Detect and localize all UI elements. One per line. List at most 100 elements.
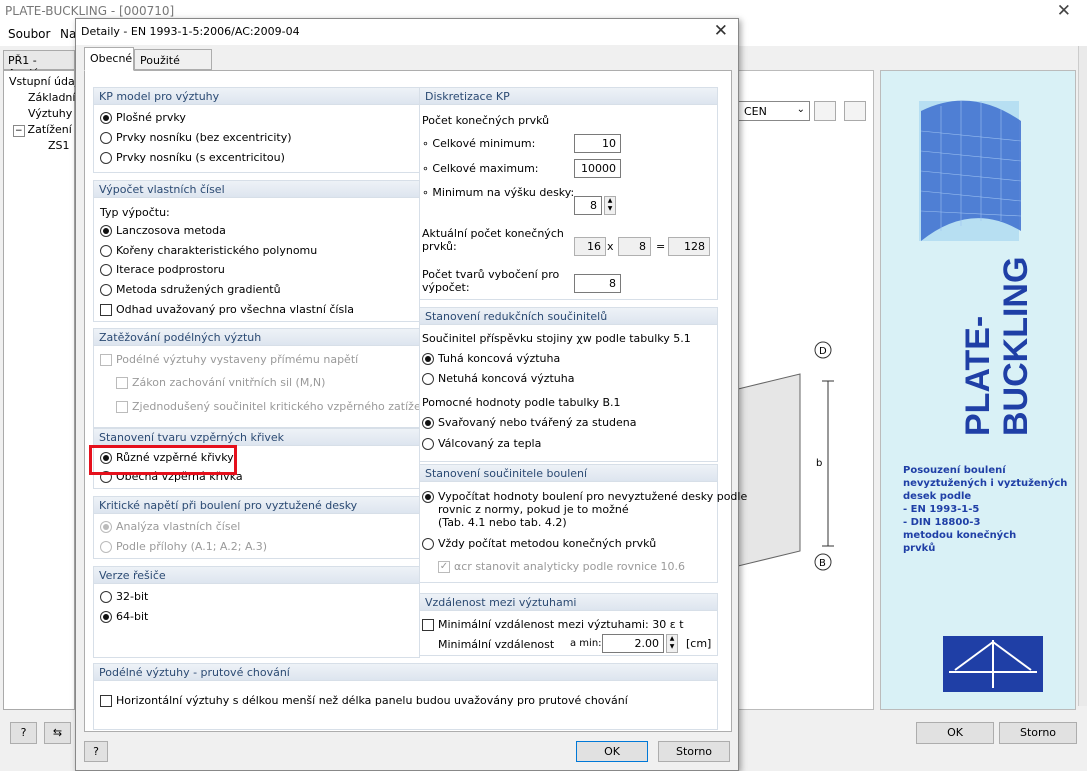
tree-item-input[interactable]: Vstupní údaje [9,75,85,88]
product-cover: PLATE- BUCKLING Posouzení boulení nevyzt… [880,70,1076,710]
group-header: Kritické napětí při boulení pro vyztužen… [94,497,419,514]
radio-lanczos[interactable]: Lanczosova metoda [100,224,226,237]
group-critical-stress: Kritické napětí při boulení pro vyztužen… [93,496,420,559]
modes-label-1: Počet tvarů vybočení pro [422,268,560,281]
dialog-close-icon[interactable]: ✕ [714,21,728,41]
max-total-label: ∘ Celkové maximum: [422,162,539,175]
check-estimate-all[interactable]: Odhad uvažovaný pro všechna vlastní čísl… [100,303,354,316]
main-help-icon[interactable]: ? [10,722,37,744]
radio-eigenvalue-analysis[interactable]: Analýza vlastních čísel [100,520,240,533]
main-scrollbar[interactable] [1078,46,1087,706]
group-header: Stanovení tvaru vzpěrných křivek [94,429,419,446]
group-member-behavior: Podélné výztuhy - prutové chování Horizo… [93,663,718,730]
check-alpha-cr-analytic[interactable]: ✓ αcr stanovit analyticky podle rovnice 1… [438,560,685,573]
min-distance-spinner[interactable]: ▲ ▼ [666,634,678,653]
modes-label-2: výpočet: [422,281,470,294]
chevron-down-icon: ⌄ [796,104,805,115]
check-horizontal-stiffeners[interactable]: Horizontální výztuhy s délkou menší než … [100,694,628,707]
min-height-spinner[interactable]: ▲ ▼ [604,196,616,215]
current-count-label-2: prvků: [422,240,457,253]
radio-rigid-end-post[interactable]: Tuhá koncová výztuha [422,352,560,365]
radio-calc-from-equations[interactable]: Vypočítat hodnoty boulení pro nevyztužen… [422,490,747,503]
tab-general[interactable]: Obecné [84,47,134,71]
min-distance-label: Minimální vzdálenost [438,638,555,651]
label-b-circle: B [819,558,826,569]
max-total-input[interactable]: 10000 [574,159,621,178]
equations-line-3: (Tab. 4.1 nebo tab. 4.2) [438,516,567,529]
menu-item-other[interactable]: Na [60,27,76,41]
group-buckling-factor: Stanovení součinitele boulení Vypočítat … [419,464,747,583]
radio-polynomial[interactable]: Kořeny charakteristického polynomu [100,244,317,257]
group-header: Zatěžování podélných výztuh [94,329,419,346]
radio-64bit[interactable]: 64-bit [100,610,148,623]
buckling-mesh-image [919,100,1022,241]
radio-welded-cold-formed[interactable]: Svařovaný nebo tvářený za studena [422,416,637,429]
radio-beam-ecc[interactable]: Prvky nosníku (s excentricitou) [100,151,285,164]
equals-sign: = [656,240,666,253]
group-longitudinal-load: Zatěžování podélných výztuh Podélné výzt… [93,328,431,428]
main-cancel-button[interactable]: Storno [999,722,1077,744]
group-header: KP model pro výztuhy [94,88,419,105]
help-icon[interactable]: ? [84,741,108,762]
cover-description: Posouzení boulení nevyztužených i vyztuž… [903,465,1068,554]
fe-count-label: Počet konečných prvků [422,114,550,127]
min-distance-input[interactable]: 2.00 [602,634,664,653]
current-count-total: 128 [668,237,710,256]
web-coef-label: Součinitel příspěvku stojiny χw podle ta… [422,332,691,345]
new-icon[interactable] [814,101,836,121]
cover-title: PLATE- BUCKLING [959,256,1035,436]
min-total-label: ∘ Celkové minimum: [422,137,536,150]
drawing-panel: CEN ⌄ D B b [737,70,874,710]
calc-type-label: Typ výpočtu: [100,206,170,219]
group-header: Podélné výztuhy - prutové chování [94,664,717,681]
group-header: Verze řešiče [94,567,419,584]
tree-item-loads[interactable]: − Zatížení [13,123,72,137]
current-count-b: 8 [618,237,651,256]
radio-nonrigid-end-post[interactable]: Netuhá koncová výztuha [422,372,575,385]
details-dialog: Detaily - EN 1993-1-5:2006/AC:2009-04 ✕ … [75,18,747,771]
check-min-distance[interactable]: Minimální vzdálenost mezi výztuhami: 30 … [422,618,684,631]
check-internal-forces[interactable]: Zákon zachování vnitřních sil (M,N) [116,376,325,389]
code-select[interactable]: CEN ⌄ [738,101,810,121]
dlubal-logo [943,636,1043,692]
tree-item-lc1[interactable]: ZS1 [48,139,70,152]
radio-always-fem[interactable]: Vždy počítat metodou konečných prvků [422,537,656,550]
group-fe-discretization: Diskretizace KP Počet konečných prvků ∘ … [419,87,718,300]
group-eigenvalue: Výpočet vlastních čísel Typ výpočtu: Lan… [93,180,420,322]
ok-button[interactable]: OK [576,741,648,762]
group-header: Diskretizace KP [420,88,717,105]
group-fe-model: KP model pro výztuhy Plošné prvky Prvky … [93,87,420,173]
tab-used-standards[interactable]: Použité normy [134,49,212,80]
main-window-title: PLATE-BUCKLING - [000710] [5,4,175,18]
table-icon[interactable] [844,101,866,121]
group-header: Výpočet vlastních čísel [94,181,419,198]
cancel-button[interactable]: Storno [658,741,730,762]
main-ok-button[interactable]: OK [916,722,994,744]
min-height-input[interactable]: 8 [574,196,602,215]
radio-surface-elements[interactable]: Plošné prvky [100,111,186,124]
main-nav-icon[interactable]: ⇆ [44,722,71,744]
a-min-symbol: a min: [570,638,602,649]
dialog-title-bar: Detaily - EN 1993-1-5:2006/AC:2009-04 ✕ [76,19,738,45]
modes-input[interactable]: 8 [574,274,621,293]
radio-beam-no-ecc[interactable]: Prvky nosníku (bez excentricity) [100,131,292,144]
radio-hot-rolled[interactable]: Válcovaný za tepla [422,437,541,450]
group-stiffener-distance: Vzdálenost mezi výztuhami Minimální vzdá… [419,593,718,656]
radio-conjugate-gradients[interactable]: Metoda sdružených gradientů [100,283,281,296]
highlight-frame [89,445,237,475]
nav-tab[interactable]: PŘ1 - Analýza [3,50,75,80]
group-header: Vzdálenost mezi výztuhami [420,594,717,611]
check-direct-stress[interactable]: Podélné výztuhy vystaveny přímému napětí [100,353,358,366]
current-count-label-1: Aktuální počet konečných [422,227,564,240]
equations-line-2: rovnic z normy, pokud je to možné [438,503,629,516]
menu-item-file[interactable]: Soubor [8,27,50,41]
min-total-input[interactable]: 10 [574,134,621,153]
radio-32bit[interactable]: 32-bit [100,590,148,603]
label-b: b [816,458,822,469]
radio-subspace[interactable]: Iterace podprostoru [100,263,225,276]
navigator-tree: Vstupní údaje Základní ú Výztuhy p − Zatí… [3,70,86,710]
radio-annex[interactable]: Podle přílohy (A.1; A.2; A.3) [100,540,267,553]
dialog-title: Detaily - EN 1993-1-5:2006/AC:2009-04 [81,25,300,38]
main-close-icon[interactable]: ✕ [1057,1,1071,21]
check-simplified-factor[interactable]: Zjednodušený součinitel kritického vzpěr… [116,400,431,413]
